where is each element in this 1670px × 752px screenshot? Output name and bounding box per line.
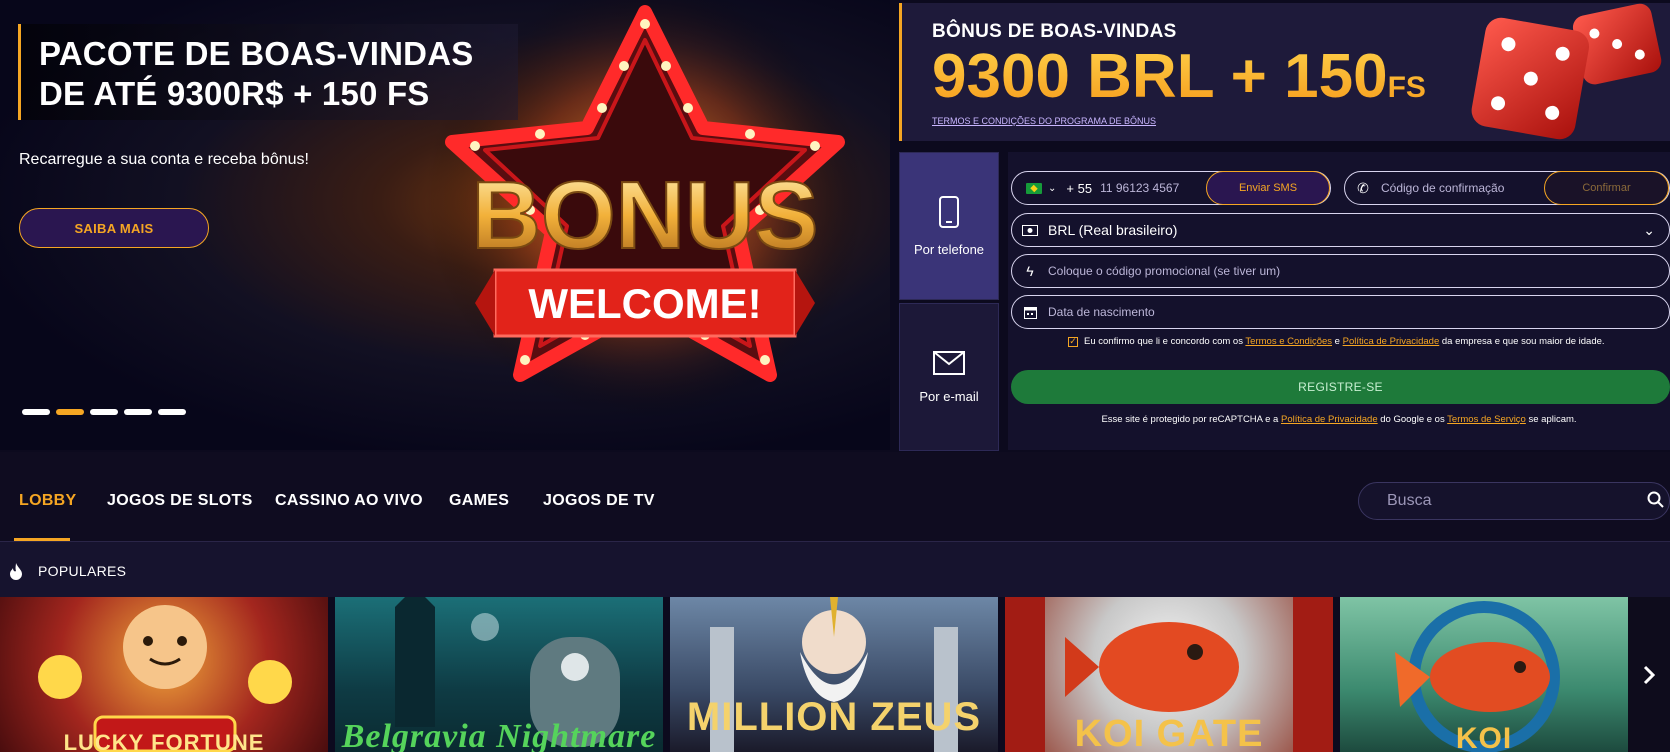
hero-banner: BONUS WELCOME! PACOTE DE BOAS-VINDAS DE … — [0, 0, 890, 450]
game-title: Belgravia Nightmare — [341, 718, 657, 752]
bonus-amount-suffix: FS — [1387, 71, 1426, 104]
carousel-dot-active[interactable] — [56, 409, 84, 415]
currency-value: BRL (Real brasileiro) — [1048, 222, 1178, 238]
terms-link[interactable]: Termos e Condições — [1245, 336, 1332, 347]
lightning-icon: ϟ — [1026, 263, 1034, 279]
send-sms-button[interactable]: Enviar SMS — [1206, 171, 1330, 205]
tab-by-phone[interactable]: Por telefone — [899, 152, 999, 300]
popular-title: POPULARES — [38, 563, 127, 579]
game-title: KOI GATE — [1074, 713, 1264, 752]
calendar-icon — [1012, 306, 1048, 319]
game-title: KOI — [1455, 722, 1513, 752]
dial-code: + 55 — [1066, 180, 1093, 196]
chevron-down-icon[interactable]: ⌄ — [1048, 183, 1056, 194]
birth-date-field[interactable]: Data de nascimento — [1011, 295, 1670, 329]
phone-handset-icon: ✆ — [1357, 179, 1369, 196]
nav-cassino-ao-vivo[interactable]: CASSINO AO VIVO — [275, 492, 423, 510]
search-icon[interactable] — [1647, 491, 1665, 509]
hero-title-box: PACOTE DE BOAS-VINDAS DE ATÉ 9300R$ + 15… — [18, 24, 518, 120]
birth-date-input[interactable]: Data de nascimento — [1048, 305, 1155, 319]
game-title: MILLION ZEUS — [686, 695, 982, 739]
hero-title: PACOTE DE BOAS-VINDAS DE ATÉ 9300R$ + 15… — [39, 35, 474, 112]
popular-section-header: POPULARES — [0, 542, 1670, 597]
game-tile[interactable]: KOI — [1340, 597, 1628, 752]
main-nav: LOBBY JOGOS DE SLOTS CASSINO AO VIVO GAM… — [0, 452, 1670, 542]
nav-jogos-de-slots[interactable]: JOGOS DE SLOTS — [107, 492, 253, 510]
google-privacy-link[interactable]: Política de Privacidade — [1281, 414, 1378, 425]
popular-games-row: LUCKY FORTUNE Belgravia Nightmare MILLIO… — [0, 597, 1670, 752]
bonus-terms-link[interactable]: TERMOS E CONDIÇÕES DO PROGRAMA DE BÔNUS — [932, 116, 1156, 126]
bonus-word: BONUS — [472, 162, 819, 269]
tab-by-phone-label: Por telefone — [913, 241, 985, 257]
tab-by-email-label: Por e-mail — [919, 388, 979, 404]
registration-method-tabs: Por telefone Por e-mail — [899, 152, 999, 451]
welcome-bonus-card: BÔNUS DE BOAS-VINDAS 9300 BRL + 150FS TE… — [899, 3, 1670, 141]
currency-select[interactable]: BRL (Real brasileiro) ⌄ — [1011, 213, 1670, 247]
brazil-flag-icon[interactable] — [1026, 182, 1042, 194]
promo-code-field[interactable]: ϟ Coloque o código promocional (se tiver… — [1011, 254, 1670, 288]
dice-icon — [1471, 3, 1662, 140]
google-terms-link[interactable]: Termos de Serviço — [1447, 414, 1526, 425]
game-tile[interactable]: MILLION ZEUS — [670, 597, 998, 752]
phone-field[interactable]: ⌄ + 55 11 96123 4567 Enviar SMS — [1011, 171, 1331, 205]
chevron-down-icon: ⌄ — [1643, 221, 1655, 238]
consent-text: Eu confirmo que li e concordo com os Ter… — [1084, 336, 1605, 347]
confirm-button[interactable]: Confirmar — [1544, 171, 1669, 205]
registration-form: ⌄ + 55 11 96123 4567 Enviar SMS ✆ Código… — [1008, 152, 1670, 450]
bonus-amount: 9300 BRL + 150FS — [932, 42, 1426, 111]
confirmation-code-input[interactable]: Código de confirmação — [1381, 181, 1504, 195]
phone-icon — [939, 195, 959, 228]
carousel-dot[interactable] — [22, 409, 50, 415]
privacy-link[interactable]: Política de Privacidade — [1343, 336, 1440, 347]
consent-row: ✓ Eu confirmo que li e concordo com os T… — [1068, 336, 1605, 347]
game-title: LUCKY FORTUNE — [63, 730, 265, 752]
search-placeholder: Busca — [1387, 492, 1432, 509]
carousel-dots — [22, 409, 186, 415]
nav-lobby[interactable]: LOBBY — [19, 492, 77, 510]
recaptcha-notice: Esse site é protegido por reCAPTCHA e a … — [1101, 414, 1577, 425]
carousel-next-arrow[interactable] — [1628, 597, 1670, 752]
lucky-fortune-art — [38, 605, 292, 752]
register-button[interactable]: REGISTRE-SE — [1011, 370, 1670, 404]
active-tab-indicator — [14, 538, 70, 541]
search-input[interactable]: Busca — [1358, 482, 1670, 520]
bonus-label: BÔNUS DE BOAS-VINDAS — [932, 21, 1177, 42]
banknote-icon — [1012, 224, 1048, 236]
envelope-icon — [933, 350, 965, 375]
tab-by-email[interactable]: Por e-mail — [899, 303, 999, 451]
nav-games[interactable]: GAMES — [449, 492, 509, 510]
carousel-dot[interactable] — [124, 409, 152, 415]
phone-input[interactable]: 11 96123 4567 — [1100, 181, 1179, 195]
game-tile[interactable]: LUCKY FORTUNE — [0, 597, 328, 752]
chevron-right-icon — [1643, 665, 1655, 684]
nav-jogos-de-tv[interactable]: JOGOS DE TV — [543, 492, 655, 510]
fire-icon — [10, 563, 22, 580]
consent-checkbox[interactable]: ✓ — [1068, 336, 1078, 347]
game-tile[interactable]: KOI GATE — [1005, 597, 1333, 752]
promo-code-input[interactable]: Coloque o código promocional (se tiver u… — [1048, 264, 1280, 278]
carousel-dot[interactable] — [90, 409, 118, 415]
saiba-mais-button[interactable]: SAIBA MAIS — [19, 208, 209, 248]
hero-subtitle: Recarregue a sua conta e receba bônus! — [19, 151, 309, 168]
welcome-ribbon: WELCOME! — [528, 280, 761, 327]
confirmation-code-field[interactable]: ✆ Código de confirmação Confirmar — [1344, 171, 1670, 205]
carousel-dot[interactable] — [158, 409, 186, 415]
game-tile[interactable]: Belgravia Nightmare — [335, 597, 663, 752]
